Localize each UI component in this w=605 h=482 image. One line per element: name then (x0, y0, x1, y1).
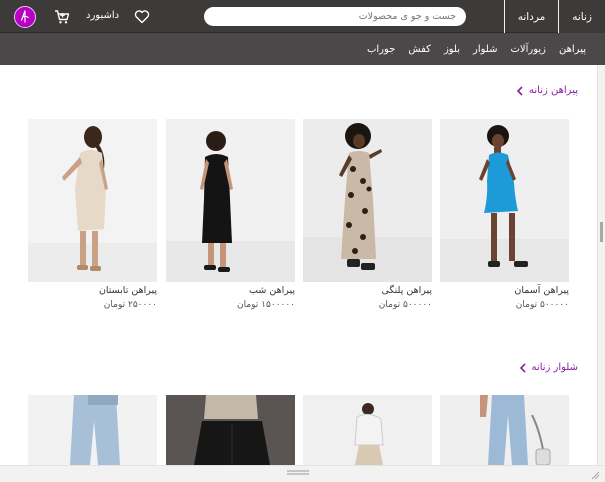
dashboard-link[interactable]: داشبورد (86, 10, 119, 21)
product-card[interactable]: پیراهن تابستان ۲۵۰۰۰۰ تومان (28, 119, 157, 310)
product-image[interactable] (166, 119, 295, 282)
product-card[interactable] (440, 395, 569, 465)
section-title-dresses[interactable]: پیراهن زنانه (516, 85, 578, 96)
resize-handle-icon[interactable] (590, 470, 600, 480)
category-item-dress[interactable]: پیراهن (559, 44, 586, 55)
product-image[interactable] (303, 119, 432, 282)
product-image[interactable] (166, 395, 295, 465)
product-price: ۵۰۰۰۰۰ تومان (378, 300, 432, 310)
product-name[interactable]: پیراهن تابستان (28, 285, 157, 296)
category-item-jewelry[interactable]: زیورآلات (511, 44, 547, 55)
tab-men[interactable]: مردانه (503, 0, 559, 33)
product-name[interactable]: پیراهن شب (166, 285, 295, 296)
product-name[interactable]: پیراهن آسمان (440, 285, 569, 296)
main-content: پیراهن زنانه پیراهن آسمان ۵۰۰۰۰۰ تومان پ… (0, 65, 597, 465)
chevron-left-icon (519, 362, 526, 373)
cart-icon[interactable] (54, 9, 70, 25)
heart-icon[interactable] (134, 9, 150, 24)
product-price: ۲۵۰۰۰۰ تومان (103, 300, 157, 310)
product-card[interactable] (166, 395, 295, 465)
product-image[interactable] (440, 395, 569, 465)
product-price: ۱۵۰۰۰۰۰ تومان (236, 300, 295, 310)
product-card[interactable] (28, 395, 157, 465)
section-title-label: پیراهن زنانه (529, 85, 578, 96)
product-image[interactable] (28, 119, 157, 282)
product-card[interactable]: پیراهن شب ۱۵۰۰۰۰۰ تومان (166, 119, 295, 310)
product-card[interactable]: پیراهن پلنگی ۵۰۰۰۰۰ تومان (303, 119, 432, 310)
top-bar: زنانه مردانه داشبورد (0, 0, 605, 33)
product-image[interactable] (440, 119, 569, 282)
category-nav: پیراهن زیورآلات شلوار بلوز کفش جوراب (367, 33, 586, 65)
product-name[interactable]: پیراهن پلنگی (303, 285, 432, 296)
product-image[interactable] (303, 395, 432, 465)
product-card[interactable] (303, 395, 432, 465)
category-item-blouse[interactable]: بلوز (444, 44, 460, 55)
section-title-pants[interactable]: شلوار زنانه (519, 362, 578, 373)
product-card[interactable]: پیراهن آسمان ۵۰۰۰۰۰ تومان (440, 119, 569, 310)
scrollbar-grip-icon[interactable] (287, 470, 309, 476)
category-bar: پیراهن زیورآلات شلوار بلوز کفش جوراب (0, 33, 605, 65)
search-input[interactable] (204, 7, 466, 26)
category-item-socks[interactable]: جوراب (367, 44, 395, 55)
product-price: ۵۰۰۰۰۰ تومان (515, 300, 569, 310)
category-item-shoes[interactable]: کفش (408, 44, 431, 55)
gender-tabs: زنانه مردانه (503, 0, 605, 33)
scrollbar-grip[interactable] (600, 222, 603, 242)
vertical-scrollbar[interactable] (597, 65, 605, 465)
product-image[interactable] (28, 395, 157, 465)
tab-women[interactable]: زنانه (558, 0, 605, 33)
chevron-left-icon (516, 85, 523, 96)
logo-icon[interactable] (14, 6, 36, 28)
section-title-label: شلوار زنانه (531, 362, 578, 373)
category-item-pants[interactable]: شلوار (473, 44, 497, 55)
